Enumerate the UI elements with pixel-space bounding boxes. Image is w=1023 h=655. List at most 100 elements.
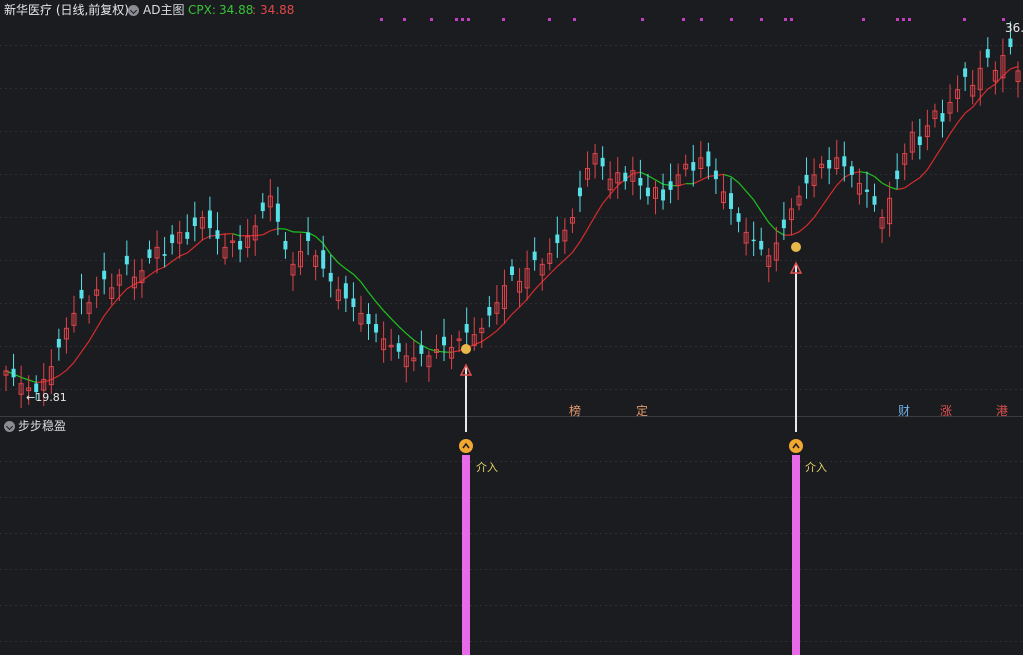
candle-body	[419, 345, 424, 354]
candle-body	[374, 324, 379, 333]
candle-body	[706, 151, 711, 167]
candle-body	[215, 230, 220, 239]
ma-line-segment	[285, 228, 294, 233]
candle-body	[351, 298, 356, 307]
chart-header: 新华医疗 (日线,前复权) AD主图 CPX: 34.88 : 34.88	[0, 0, 1023, 20]
candle-body	[668, 181, 673, 190]
ma-line-segment	[534, 281, 543, 291]
ma-line-segment	[1002, 68, 1011, 77]
ma-line-segment	[141, 274, 150, 282]
ma-line-segment	[488, 330, 498, 337]
ma-line-segment	[383, 310, 392, 320]
ma-line-segment	[972, 97, 981, 108]
ma-line-segment	[413, 339, 422, 346]
candle-body	[207, 210, 212, 229]
ma-line-segment	[194, 239, 203, 247]
sub-panel-dropdown[interactable]	[4, 417, 15, 435]
moving-average-lines	[5, 65, 1019, 383]
ma-line-segment	[775, 229, 785, 236]
low-price-label: ←19.81	[26, 391, 67, 404]
ma-line-segment	[81, 340, 90, 353]
candle-body	[645, 187, 650, 197]
high-price-label: 36.	[1005, 21, 1023, 35]
candle-body	[1008, 38, 1013, 48]
candle-body	[661, 189, 666, 201]
candle-body	[827, 159, 832, 169]
candle-body	[917, 136, 922, 146]
candle-body	[343, 283, 348, 299]
ma-line-segment	[65, 361, 75, 371]
ma-line-segment	[874, 176, 883, 184]
ma-line-segment	[949, 122, 959, 135]
chevron-down-icon[interactable]	[128, 5, 139, 16]
candle-body	[804, 174, 809, 184]
ma-line-segment	[51, 375, 60, 381]
candle-body	[510, 266, 514, 276]
event-mark-3: 财	[898, 404, 910, 418]
ma-line-segment	[994, 75, 1004, 85]
signal-coin-icon	[461, 344, 471, 354]
candle-body	[691, 162, 696, 171]
candle-body	[713, 170, 718, 180]
ma-line-segment	[859, 171, 868, 174]
indicator-dropdown[interactable]	[128, 0, 139, 20]
ma-line-segment	[88, 327, 98, 342]
candle-body	[736, 213, 741, 222]
candle-body	[729, 193, 734, 209]
ma-line-segment	[390, 318, 400, 327]
signal-coin-icon	[791, 242, 801, 252]
ma-line-segment	[919, 169, 928, 179]
candlestick-series	[3, 21, 1021, 409]
candle-body	[192, 217, 197, 227]
signal-up-icon	[789, 439, 803, 453]
ma-line-segment	[202, 235, 211, 241]
ma-line-segment	[481, 336, 490, 343]
ma-line-segment	[760, 211, 770, 223]
ma-line-segment	[526, 289, 536, 300]
ma-line-segment	[270, 228, 279, 232]
indicator-label[interactable]: AD主图	[143, 0, 184, 20]
candle-body	[864, 189, 869, 192]
ma-line-segment	[262, 230, 271, 236]
candle-body	[872, 196, 877, 205]
candle-body	[283, 240, 288, 250]
candle-body	[577, 187, 582, 197]
ma-line-segment	[926, 157, 936, 170]
event-mark-2: 定	[636, 403, 648, 418]
candle-body	[895, 170, 900, 180]
ma-line-segment	[730, 176, 739, 184]
candle-body	[396, 343, 401, 352]
stock-title[interactable]: 新华医疗 (日线,前复权)	[4, 0, 129, 20]
ma-line-segment	[36, 381, 44, 383]
cpx-separator: :	[252, 3, 257, 17]
ma-line-segment	[889, 186, 898, 191]
ma-line-segment	[345, 268, 354, 275]
candle-body	[56, 338, 61, 348]
ma-line-segment	[28, 379, 37, 383]
ma-line-segment	[964, 106, 974, 114]
candle-body	[185, 232, 190, 239]
candle-body	[464, 324, 469, 333]
cpx-label: CPX:	[188, 3, 216, 17]
signal-bar	[462, 455, 470, 655]
candle-body	[781, 219, 786, 229]
candle-body	[985, 49, 990, 58]
candle-body	[842, 156, 847, 167]
ma-line-segment	[632, 171, 641, 175]
ma-line-segment	[451, 350, 460, 353]
candle-body	[124, 255, 129, 265]
ma-line-segment	[511, 306, 521, 315]
ma-line-segment	[897, 187, 905, 191]
sub-grid	[0, 461, 1023, 642]
candle-body	[623, 172, 628, 182]
chevron-down-icon[interactable]	[4, 421, 15, 432]
ma-line-segment	[255, 234, 263, 237]
ma-line-segment	[315, 235, 324, 245]
ma-line-segment	[813, 206, 823, 218]
ma-line-segment	[405, 333, 415, 341]
signal-bar	[792, 455, 800, 655]
ma-line-segment	[655, 179, 664, 185]
ma-line-segment	[503, 313, 513, 324]
ma-line-segment	[179, 252, 188, 257]
ma-line-segment	[602, 193, 611, 204]
